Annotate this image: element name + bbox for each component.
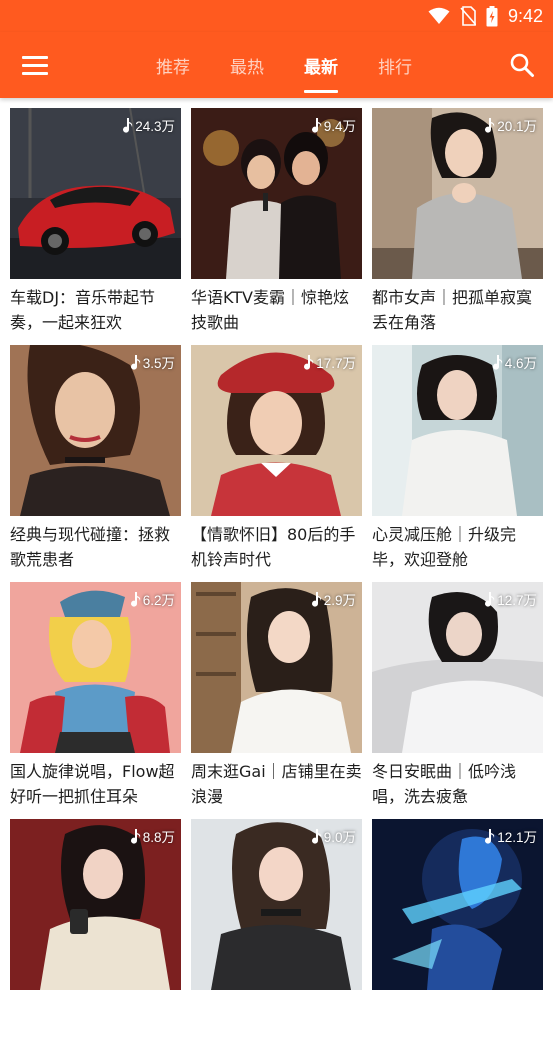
playlist-cover: 8.8万 [10,819,181,990]
playlist-title: 都市女声｜把孤单寂寞丢在角落 [372,288,533,332]
play-count: 6.2万 [130,589,175,609]
tab-ranking[interactable]: 排行 [358,32,432,98]
playlist-title: 【情歌怀旧】80后的手机铃声时代 [191,525,356,569]
music-note-icon [311,828,321,844]
playlist-title [191,996,362,1046]
playlist-card[interactable]: 20.1万 都市女声｜把孤单寂寞丢在角落 [372,108,543,345]
play-count: 8.8万 [130,826,175,846]
playlist-cover: 2.9万 [191,582,362,753]
music-note-icon [485,828,495,844]
music-note-icon [492,354,502,370]
play-count: 17.7万 [303,352,356,372]
tab-newest[interactable]: 最新 [284,32,358,98]
playlist-title: 心灵减压舱｜升级完毕，欢迎登舱 [372,525,517,569]
tab-recommend[interactable]: 推荐 [136,32,210,98]
app-bar: 推荐 最热 最新 排行 [0,32,553,98]
playlist-card[interactable]: 9.4万 华语KTV麦霸｜惊艳炫技歌曲 [191,108,362,345]
playlist-cover: 12.1万 [372,819,543,990]
playlist-cover: 9.0万 [191,819,362,990]
playlist-card[interactable]: 9.0万 [191,819,362,1056]
play-count: 9.4万 [311,115,356,135]
playlist-cover: 17.7万 [191,345,362,516]
play-count: 3.5万 [130,352,175,372]
playlist-title [372,996,543,1046]
music-note-icon [311,591,321,607]
playlist-card[interactable]: 6.2万 国人旋律说唱，Flow超好听一把抓住耳朵 [10,582,181,819]
playlist-title: 经典与现代碰撞：拯救歌荒患者 [10,525,171,569]
play-count: 2.9万 [311,589,356,609]
playlist-cover: 4.6万 [372,345,543,516]
play-count: 20.1万 [484,115,537,135]
playlist-cover: 20.1万 [372,108,543,279]
status-time: 9:42 [507,5,543,26]
play-count: 24.3万 [122,115,175,135]
hamburger-menu-icon[interactable] [22,52,48,78]
no-sim-icon [460,6,476,26]
playlist-card[interactable]: 2.9万 周末逛Gai｜店铺里在卖浪漫 [191,582,362,819]
play-count: 4.6万 [492,352,537,372]
playlist-title [10,996,181,1046]
music-note-icon [485,117,495,133]
category-tabs: 推荐 最热 最新 排行 [136,32,432,98]
playlist-card[interactable]: 8.8万 [10,819,181,1056]
playlist-cover: 6.2万 [10,582,181,753]
music-note-icon [130,354,140,370]
playlist-grid: 24.3万 车载DJ：音乐带起节奏，一起来狂欢 9.4万 华语KTV麦霸｜惊艳炫… [10,108,543,1056]
playlist-cover: 24.3万 [10,108,181,279]
playlist-cover: 9.4万 [191,108,362,279]
music-note-icon [311,117,321,133]
playlist-title: 华语KTV麦霸｜惊艳炫技歌曲 [191,288,349,332]
playlist-card[interactable]: 12.7万 冬日安眠曲｜低吟浅唱，洗去疲惫 [372,582,543,819]
music-note-icon [130,591,140,607]
playlist-card[interactable]: 24.3万 车载DJ：音乐带起节奏，一起来狂欢 [10,108,181,345]
music-note-icon [485,591,495,607]
play-count: 12.1万 [484,826,537,846]
playlist-card[interactable]: 4.6万 心灵减压舱｜升级完毕，欢迎登舱 [372,345,543,582]
tab-hottest[interactable]: 最热 [210,32,284,98]
music-note-icon [304,354,314,370]
playlist-title: 周末逛Gai｜店铺里在卖浪漫 [191,762,362,806]
status-bar: 9:42 [0,0,553,32]
playlist-card[interactable]: 3.5万 经典与现代碰撞：拯救歌荒患者 [10,345,181,582]
music-note-icon [123,117,133,133]
playlist-card[interactable]: 12.1万 [372,819,543,1056]
music-note-icon [130,828,140,844]
playlist-cover: 3.5万 [10,345,181,516]
wifi-icon [428,7,450,24]
playlist-card[interactable]: 17.7万 【情歌怀旧】80后的手机铃声时代 [191,345,362,582]
play-count: 12.7万 [484,589,537,609]
playlist-title: 车载DJ：音乐带起节奏，一起来狂欢 [10,288,156,332]
playlist-title: 国人旋律说唱，Flow超好听一把抓住耳朵 [10,762,175,806]
playlist-title: 冬日安眠曲｜低吟浅唱，洗去疲惫 [372,762,517,806]
search-icon[interactable] [509,52,535,78]
play-count: 9.0万 [311,826,356,846]
playlist-cover: 12.7万 [372,582,543,753]
battery-charging-icon [486,5,498,26]
